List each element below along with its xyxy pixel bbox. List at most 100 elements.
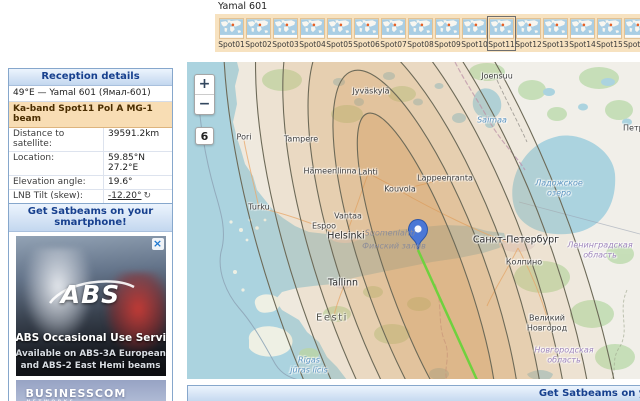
reception-row-value: 19.6° (104, 176, 173, 190)
reception-row-label: Location: (9, 152, 104, 176)
spot-thumbnail-spot16[interactable]: Spot16 (623, 17, 640, 50)
beam-strip: Yamal 601 Spot01 (215, 0, 640, 52)
bottom-promo-header: Get Satbeams on your smartphone! (188, 386, 640, 401)
spot-label: Spot14 (569, 40, 596, 49)
spot-label: Spot09 (434, 40, 461, 49)
satellite-line: 49°E — Yamal 601 (Ямал-601) (9, 86, 172, 102)
world-map-thumbnail-icon (570, 18, 595, 39)
coverage-map[interactable]: PoriTampereJyväskyläHämeenlinnaLahtiKouv… (187, 62, 640, 379)
abs-ad-line1: Available on ABS-3A European (16, 349, 166, 359)
spot-thumbnail-spot13[interactable]: Spot13 (542, 17, 569, 50)
rotate-icon: ↻ (144, 191, 152, 201)
spot-label: Spot12 (515, 40, 542, 49)
spot-label: Spot07 (380, 40, 407, 49)
zoom-level-badge: 6 (195, 127, 214, 145)
world-map-thumbnail-icon (462, 18, 487, 39)
beam-dot-icon (583, 24, 586, 27)
beam-dot-icon (637, 24, 640, 27)
location-marker[interactable] (407, 218, 429, 254)
world-map-thumbnail-icon (408, 18, 433, 39)
zoom-in-button[interactable]: + (195, 75, 214, 95)
world-map-thumbnail-icon (489, 18, 514, 39)
spot-thumbnail-spot11[interactable]: Spot11 (488, 17, 515, 50)
world-map-thumbnail-icon (300, 18, 325, 39)
close-icon[interactable]: × (152, 238, 164, 250)
spot-label: Spot06 (353, 40, 380, 49)
beam-dot-icon (259, 24, 262, 27)
beam-dot-icon (232, 24, 235, 27)
zoom-out-button[interactable]: − (195, 95, 214, 114)
beam-dot-icon (340, 24, 343, 27)
spot-thumbnail-spot08[interactable]: Spot08 (407, 17, 434, 50)
spot-label: Spot01 (218, 40, 245, 49)
beam-dot-icon (475, 24, 478, 27)
promo-panel: Get Satbeams on your smartphone! ABS ABS… (8, 203, 173, 401)
satbeams-page: Yamal 601 Spot01 (0, 0, 640, 401)
world-map-thumbnail-icon (435, 18, 460, 39)
world-map-thumbnail-icon (543, 18, 568, 39)
reception-row-label: LNB Tilt (skew): (9, 190, 104, 204)
beam-dot-icon (313, 24, 316, 27)
spot-thumbnail-spot04[interactable]: Spot04 (299, 17, 326, 50)
spot-label: Spot05 (326, 40, 353, 49)
world-map-thumbnail-icon (381, 18, 406, 39)
beam-dot-icon (367, 24, 370, 27)
world-map-thumbnail-icon (354, 18, 379, 39)
reception-row-value: 59.85°N 27.2°E (104, 152, 173, 176)
world-map-thumbnail-icon (597, 18, 622, 39)
reception-row-label: Elevation angle: (9, 176, 104, 190)
spot-thumbnail-spot15[interactable]: Spot15 (596, 17, 623, 50)
reception-row-value: -12.20°↻ (104, 190, 173, 204)
promo-header: Get Satbeams on your smartphone! (9, 204, 172, 232)
reception-row: Elevation angle: 19.6° (9, 176, 172, 190)
beam-dot-icon (421, 24, 424, 27)
spot-thumbnail-spot14[interactable]: Spot14 (569, 17, 596, 50)
world-map-thumbnail-icon (246, 18, 271, 39)
world-map-thumbnail-icon (327, 18, 352, 39)
spot-thumbnail-spot01[interactable]: Spot01 (218, 17, 245, 50)
bottom-promo-panel: Get Satbeams on your smartphone! (187, 385, 640, 401)
spot-thumbnail-spot09[interactable]: Spot09 (434, 17, 461, 50)
world-map-thumbnail-icon (516, 18, 541, 39)
world-map-thumbnail-icon (273, 18, 298, 39)
reception-row: Distance to satellite: 39591.2km (9, 128, 172, 152)
spot-label: Spot04 (299, 40, 326, 49)
spot-thumbnail-spot05[interactable]: Spot05 (326, 17, 353, 50)
beam-dot-icon (610, 24, 613, 27)
reception-details-header: Reception details (9, 69, 172, 86)
zoom-control: + − (194, 74, 215, 115)
spot-label: Spot11 (488, 40, 515, 49)
abs-ad-line2: and ABS-2 East Hemi beams (16, 361, 166, 371)
beam-dot-icon (529, 24, 532, 27)
world-map-thumbnail-icon (624, 18, 640, 39)
beam-line: Ka-band Spot11 Pol A MG-1 beam (9, 102, 172, 128)
spot-label: Spot16 (623, 40, 640, 49)
beam-dot-icon (448, 24, 451, 27)
abs-ad-title: ABS Occasional Use Service (16, 332, 166, 344)
beam-dot-icon (394, 24, 397, 27)
reception-row: LNB Tilt (skew): -12.20°↻ (9, 190, 172, 204)
satellite-name: Yamal 601 (218, 1, 640, 12)
lnb-tilt-link[interactable]: -12.20° (108, 191, 142, 201)
spot-label: Spot03 (272, 40, 299, 49)
spot-thumbnail-spot07[interactable]: Spot07 (380, 17, 407, 50)
businesscom-ad-banner[interactable]: BUSINESSCOM NETWORKS SATCOM (16, 380, 166, 401)
reception-row-value: 39591.2km (104, 128, 173, 152)
spot-thumbnail-spot10[interactable]: Spot10 (461, 17, 488, 50)
spot-label: Spot10 (461, 40, 488, 49)
world-map-thumbnail-icon (219, 18, 244, 39)
spot-label: Spot15 (596, 40, 623, 49)
abs-logo: ABS (16, 280, 166, 309)
beam-dot-icon (556, 24, 559, 27)
abs-ad-banner[interactable]: ABS ABS Occasional Use Service Available… (16, 236, 166, 376)
spot-thumbnail-spot02[interactable]: Spot02 (245, 17, 272, 50)
reception-row-label: Distance to satellite: (9, 128, 104, 152)
spot-thumbnail-spot12[interactable]: Spot12 (515, 17, 542, 50)
reception-row: Location: 59.85°N 27.2°E (9, 152, 172, 176)
businesscom-logo: BUSINESSCOM (26, 387, 166, 400)
spot-thumbnail-spot03[interactable]: Spot03 (272, 17, 299, 50)
beam-dot-icon (502, 24, 505, 27)
spot-thumbnail-spot06[interactable]: Spot06 (353, 17, 380, 50)
beam-dot-icon (286, 24, 289, 27)
spot-label: Spot13 (542, 40, 569, 49)
